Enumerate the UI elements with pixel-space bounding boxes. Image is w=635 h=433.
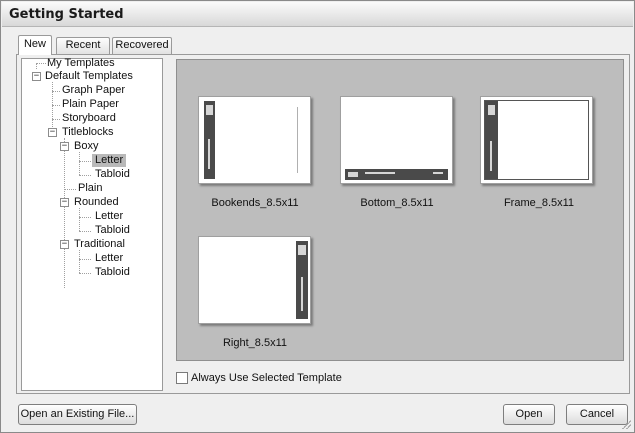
tab-new[interactable]: New <box>18 35 52 55</box>
tree-connector <box>79 250 80 273</box>
tree-item-rounded-tabloid[interactable]: Tabloid <box>95 224 130 237</box>
always-use-checkbox[interactable] <box>176 372 188 384</box>
text-mark <box>490 141 492 171</box>
tree-connector <box>79 217 91 218</box>
open-existing-file-button[interactable]: Open an Existing File... <box>18 404 137 425</box>
tree-item-my-templates[interactable]: My Templates <box>47 57 115 70</box>
tree-item-traditional-tabloid[interactable]: Tabloid <box>95 266 130 279</box>
tree-connector <box>79 161 91 162</box>
tree-connector <box>79 231 91 232</box>
logo-mark <box>206 105 213 115</box>
template-gallery[interactable]: Bookends_8.5x11 Bottom_8.5x11 Frame_8.5x… <box>176 59 624 361</box>
tree-item-rounded[interactable]: Rounded <box>74 196 119 209</box>
collapse-toggle-icon[interactable]: − <box>48 128 57 137</box>
tree-item-default-templates[interactable]: Default Templates <box>45 70 133 83</box>
dialog-title: Getting Started <box>9 7 124 22</box>
collapse-toggle-icon[interactable]: − <box>60 240 69 249</box>
text-mark <box>297 107 298 173</box>
logo-mark <box>488 105 495 115</box>
title-bar[interactable]: Getting Started <box>2 2 633 27</box>
template-name: Bookends_8.5x11 <box>211 197 299 209</box>
cancel-button[interactable]: Cancel <box>566 404 628 425</box>
tree-connector <box>52 82 53 133</box>
tree-item-titleblocks[interactable]: Titleblocks <box>62 126 114 139</box>
template-tile-bookends[interactable]: Bookends_8.5x11 <box>194 96 314 216</box>
template-name: Right_8.5x11 <box>222 337 287 349</box>
logo-mark <box>298 245 306 255</box>
getting-started-dialog: Getting Started New Recent Recovered − −… <box>0 0 635 433</box>
tree-item-boxy-tabloid[interactable]: Tabloid <box>95 168 130 181</box>
logo-mark <box>348 172 358 177</box>
template-thumbnail <box>480 96 593 184</box>
titleblock-bar <box>345 169 448 180</box>
tree-connector <box>52 91 60 92</box>
tree-connector <box>52 105 60 106</box>
tree-item-traditional-letter[interactable]: Letter <box>95 252 123 265</box>
tree-item-boxy-letter[interactable]: Letter <box>92 154 127 167</box>
template-tree[interactable]: − − − − − My Templates Default Templates… <box>21 57 163 391</box>
resize-grip-icon[interactable] <box>621 419 631 429</box>
tree-connector <box>79 273 91 274</box>
always-use-label[interactable]: Always Use Selected Template <box>191 372 342 384</box>
collapse-toggle-icon[interactable]: − <box>60 142 69 151</box>
collapse-toggle-icon[interactable]: − <box>60 198 69 207</box>
template-thumbnail <box>198 236 311 324</box>
text-mark <box>208 139 210 169</box>
frame-border <box>484 100 589 180</box>
tree-connector <box>79 152 80 175</box>
template-name: Frame_8.5x11 <box>503 197 575 209</box>
tree-connector <box>64 138 65 288</box>
tree-connector <box>36 63 46 64</box>
template-thumbnail <box>340 96 453 184</box>
template-tile-right[interactable]: Right_8.5x11 <box>194 234 314 354</box>
tree-item-traditional[interactable]: Traditional <box>74 238 125 251</box>
template-thumbnail <box>198 96 311 184</box>
open-button[interactable]: Open <box>503 404 555 425</box>
tab-recovered[interactable]: Recovered <box>112 37 172 54</box>
tab-recent[interactable]: Recent <box>56 37 110 54</box>
tree-item-boxy[interactable]: Boxy <box>74 140 98 153</box>
tree-connector <box>79 175 91 176</box>
tree-item-rounded-letter[interactable]: Letter <box>95 210 123 223</box>
tree-connector <box>52 119 60 120</box>
tree-item-graph-paper[interactable]: Graph Paper <box>62 84 125 97</box>
collapse-toggle-icon[interactable]: − <box>32 72 41 81</box>
template-tile-bottom[interactable]: Bottom_8.5x11 <box>337 96 457 216</box>
tree-connector <box>79 208 80 231</box>
template-name: Bottom_8.5x11 <box>360 197 434 209</box>
tree-item-plain-paper[interactable]: Plain Paper <box>62 98 119 111</box>
text-mark <box>433 172 443 174</box>
text-mark <box>365 172 395 174</box>
tree-connector <box>64 189 76 190</box>
tree-item-storyboard[interactable]: Storyboard <box>62 112 116 125</box>
tree-item-plain[interactable]: Plain <box>78 182 102 195</box>
tree-connector <box>79 259 91 260</box>
text-mark <box>301 277 303 311</box>
template-tile-frame[interactable]: Frame_8.5x11 <box>478 96 598 216</box>
